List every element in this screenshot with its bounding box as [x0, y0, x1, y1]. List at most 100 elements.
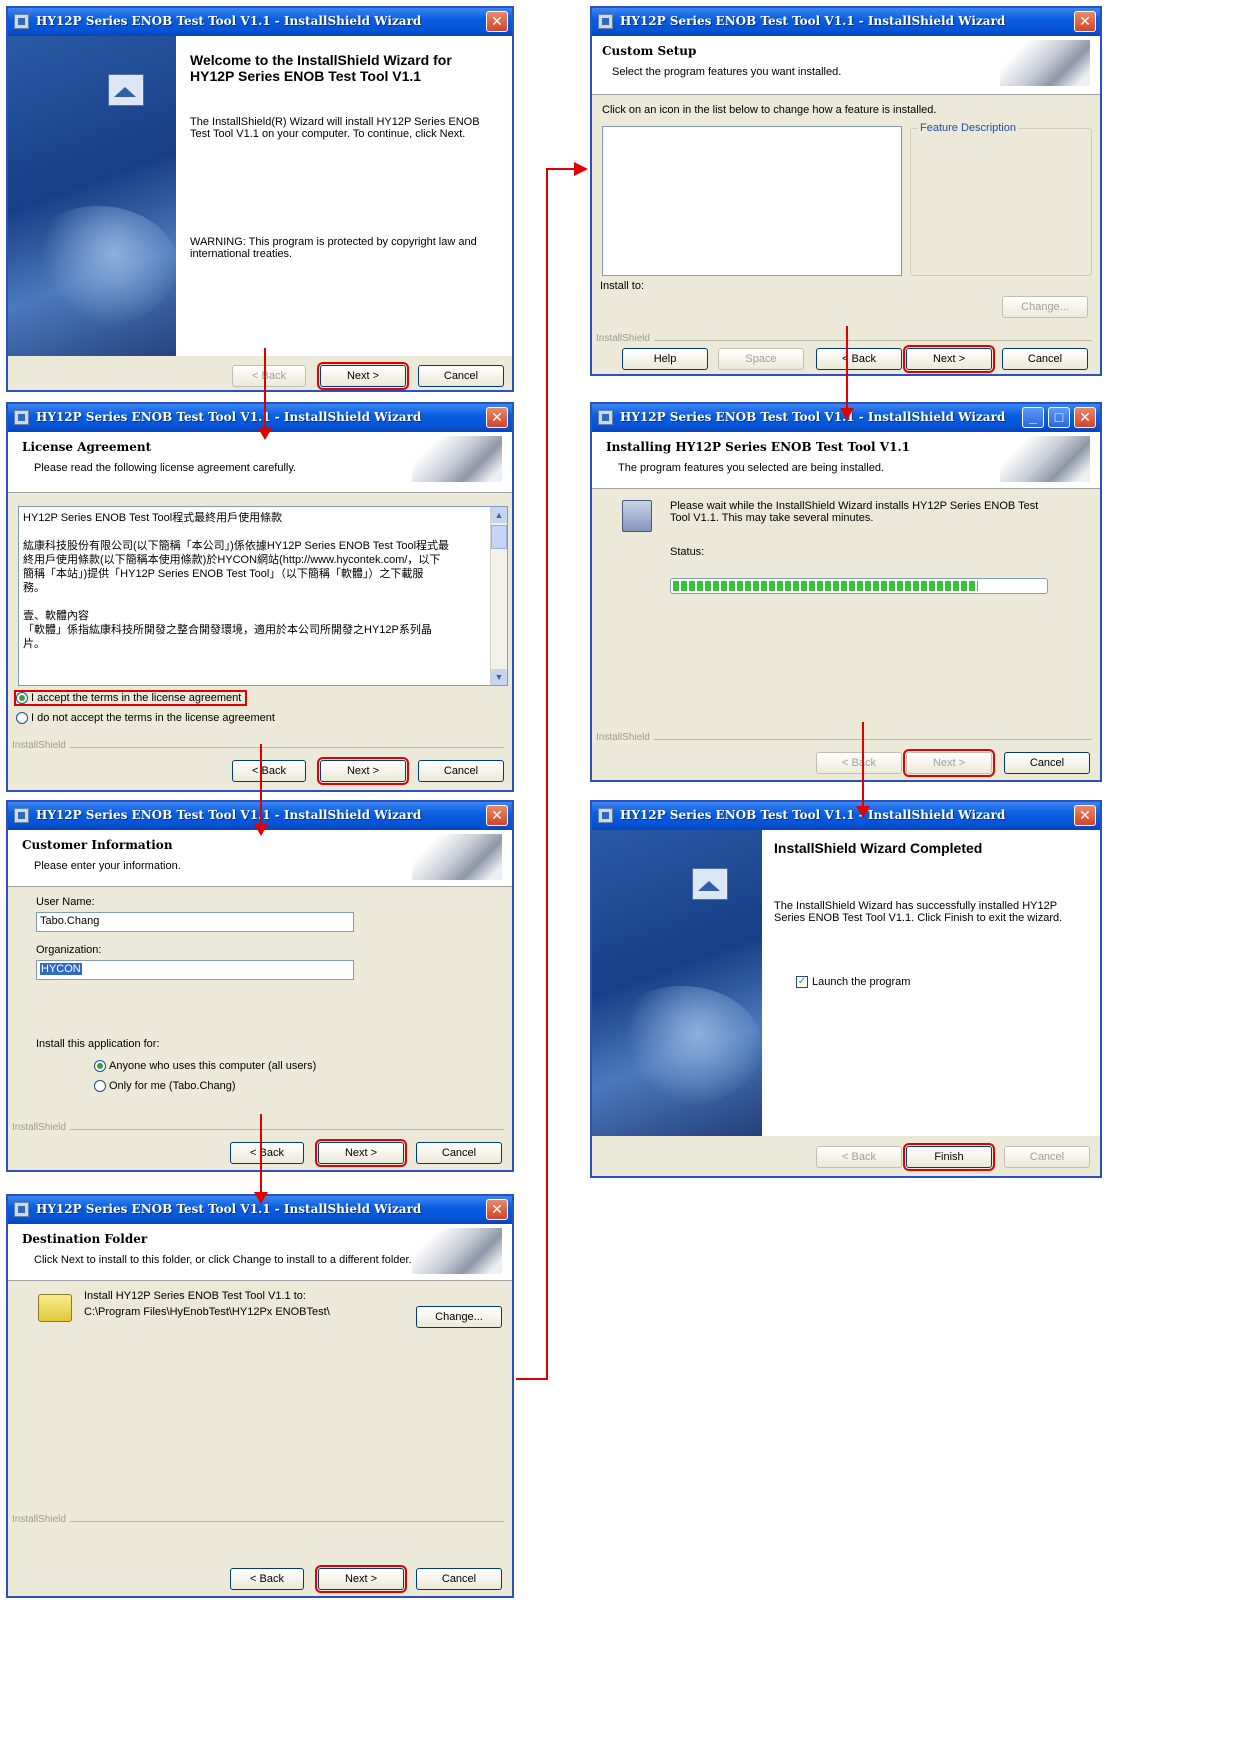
- back-button[interactable]: < Back: [232, 365, 306, 387]
- accept-radio[interactable]: I accept the terms in the license agreem…: [13, 689, 248, 707]
- title-bar[interactable]: HY12P Series ENOB Test Tool V1.1 - Insta…: [8, 8, 512, 36]
- header-banner: License Agreement Please read the follow…: [8, 432, 512, 493]
- installer-icon: [598, 14, 613, 29]
- next-button[interactable]: Next >: [317, 757, 409, 785]
- installshield-logo-icon: [692, 868, 728, 900]
- user-name-field[interactable]: Tabo.Chang: [36, 912, 354, 932]
- organization-field[interactable]: HYCON: [36, 960, 354, 980]
- window-title: HY12P Series ENOB Test Tool V1.1 - Insta…: [36, 808, 422, 822]
- next-button[interactable]: Next >: [903, 345, 995, 373]
- page-subtitle: Please enter your information.: [34, 860, 181, 872]
- close-icon[interactable]: ✕: [1074, 11, 1096, 32]
- user-name-label: User Name:: [36, 896, 95, 908]
- header-banner: Custom Setup Select the program features…: [592, 36, 1100, 95]
- cancel-button[interactable]: Cancel: [1002, 348, 1088, 370]
- finish-button[interactable]: Finish: [903, 1143, 995, 1171]
- close-icon[interactable]: ✕: [486, 11, 508, 32]
- help-button[interactable]: Help: [622, 348, 708, 370]
- back-button[interactable]: < Back: [232, 760, 306, 782]
- cancel-button[interactable]: Cancel: [416, 1142, 502, 1164]
- back-button[interactable]: < Back: [816, 348, 902, 370]
- cancel-button[interactable]: Cancel: [418, 365, 504, 387]
- cancel-button[interactable]: Cancel: [418, 760, 504, 782]
- close-icon[interactable]: ✕: [486, 1199, 508, 1220]
- back-button[interactable]: < Back: [230, 1568, 304, 1590]
- license-text: HY12P Series ENOB Test Tool程式最終用戶使用條款 紘康科…: [23, 511, 483, 651]
- next-button[interactable]: Next >: [317, 362, 409, 390]
- arrow-head-icon: [856, 806, 870, 818]
- space-button[interactable]: Space: [718, 348, 804, 370]
- window-title: HY12P Series ENOB Test Tool V1.1 - Insta…: [620, 410, 1006, 424]
- title-bar[interactable]: HY12P Series ENOB Test Tool V1.1 - Insta…: [592, 8, 1100, 36]
- launch-checkbox[interactable]: ✓ Launch the program: [796, 976, 911, 989]
- welcome-window: HY12P Series ENOB Test Tool V1.1 - Insta…: [6, 6, 514, 392]
- back-button[interactable]: < Back: [816, 752, 902, 774]
- arrow-head-icon: [840, 408, 854, 420]
- decline-radio[interactable]: I do not accept the terms in the license…: [16, 712, 275, 725]
- license-line: [23, 595, 483, 609]
- back-button[interactable]: < Back: [816, 1146, 902, 1168]
- close-icon[interactable]: ✕: [1074, 805, 1096, 826]
- next-button[interactable]: Next >: [903, 749, 995, 777]
- window-title: HY12P Series ENOB Test Tool V1.1 - Insta…: [620, 808, 1006, 822]
- swirl-graphic: [602, 986, 762, 1106]
- only-me-radio[interactable]: Only for me (Tabo.Chang): [94, 1080, 236, 1093]
- arrow-head-icon: [574, 162, 588, 176]
- radio-selected-icon: [16, 692, 28, 705]
- installshield-logo-icon: [108, 74, 144, 106]
- cancel-button[interactable]: Cancel: [416, 1568, 502, 1590]
- next-button[interactable]: Next >: [315, 1565, 407, 1593]
- license-line: [23, 525, 483, 539]
- license-textbox[interactable]: HY12P Series ENOB Test Tool程式最終用戶使用條款 紘康科…: [18, 506, 508, 686]
- maximize-icon[interactable]: □: [1048, 407, 1070, 428]
- folder-icon: [38, 1294, 72, 1322]
- license-line: 片。: [23, 638, 45, 650]
- welcome-warning: WARNING: This program is protected by co…: [190, 236, 477, 260]
- license-line: 簡稱「本站」)提供「HY12P Series ENOB Test Tool」（以…: [23, 568, 424, 580]
- install-path: C:\Program Files\HyEnobTest\HY12Px ENOBT…: [84, 1306, 330, 1318]
- license-line: 「軟體」係指紘康科技所開發之整合開發環境，適用於本公司所開發之HY12P系列晶: [23, 624, 432, 636]
- back-button[interactable]: < Back: [230, 1142, 304, 1164]
- cancel-button[interactable]: Cancel: [1004, 1146, 1090, 1168]
- scroll-thumb[interactable]: [491, 525, 507, 549]
- welcome-title: Welcome to the InstallShield Wizard for …: [190, 52, 452, 84]
- installshield-label: InstallShield: [12, 1122, 70, 1133]
- minimize-icon[interactable]: _: [1022, 407, 1044, 428]
- feature-description-label: Feature Description: [918, 122, 1018, 134]
- title-bar[interactable]: HY12P Series ENOB Test Tool V1.1 - Insta…: [592, 802, 1100, 830]
- next-button[interactable]: Next >: [315, 1139, 407, 1167]
- flow-arrow: [264, 348, 266, 430]
- header-art: [412, 1228, 502, 1274]
- scrollbar[interactable]: ▲ ▼: [490, 507, 507, 685]
- only-me-label: Only for me (Tabo.Chang): [109, 1080, 236, 1092]
- progress-fill: [673, 581, 979, 591]
- radio-icon: [16, 712, 28, 725]
- flow-arrow: [546, 168, 548, 1380]
- change-button[interactable]: Change...: [416, 1306, 502, 1328]
- arrow-head-icon: [258, 428, 272, 440]
- feature-tree[interactable]: [602, 126, 902, 276]
- change-button[interactable]: Change...: [1002, 296, 1088, 318]
- scroll-down-icon[interactable]: ▼: [491, 669, 507, 685]
- header-art: [412, 436, 502, 482]
- launch-label: Launch the program: [812, 976, 911, 988]
- flow-arrow: [546, 168, 576, 170]
- install-package-icon: [622, 500, 652, 532]
- header-banner: Destination Folder Click Next to install…: [8, 1224, 512, 1281]
- scroll-up-icon[interactable]: ▲: [491, 507, 507, 523]
- organization-value: HYCON: [40, 963, 82, 975]
- install-to-label: Install to:: [600, 280, 645, 292]
- close-icon[interactable]: ✕: [486, 407, 508, 428]
- license-line: 務。: [23, 582, 45, 594]
- close-icon[interactable]: ✕: [1074, 407, 1096, 428]
- installshield-label: InstallShield: [12, 740, 70, 751]
- all-users-radio[interactable]: Anyone who uses this computer (all users…: [94, 1060, 316, 1073]
- divider: [12, 747, 504, 748]
- close-icon[interactable]: ✕: [486, 805, 508, 826]
- install-to-text: Install HY12P Series ENOB Test Tool V1.1…: [84, 1290, 306, 1302]
- cancel-button[interactable]: Cancel: [1004, 752, 1090, 774]
- divider: [12, 1521, 504, 1522]
- installer-icon: [14, 1202, 29, 1217]
- wait-text: Please wait while the InstallShield Wiza…: [670, 500, 1039, 524]
- installer-icon: [14, 410, 29, 425]
